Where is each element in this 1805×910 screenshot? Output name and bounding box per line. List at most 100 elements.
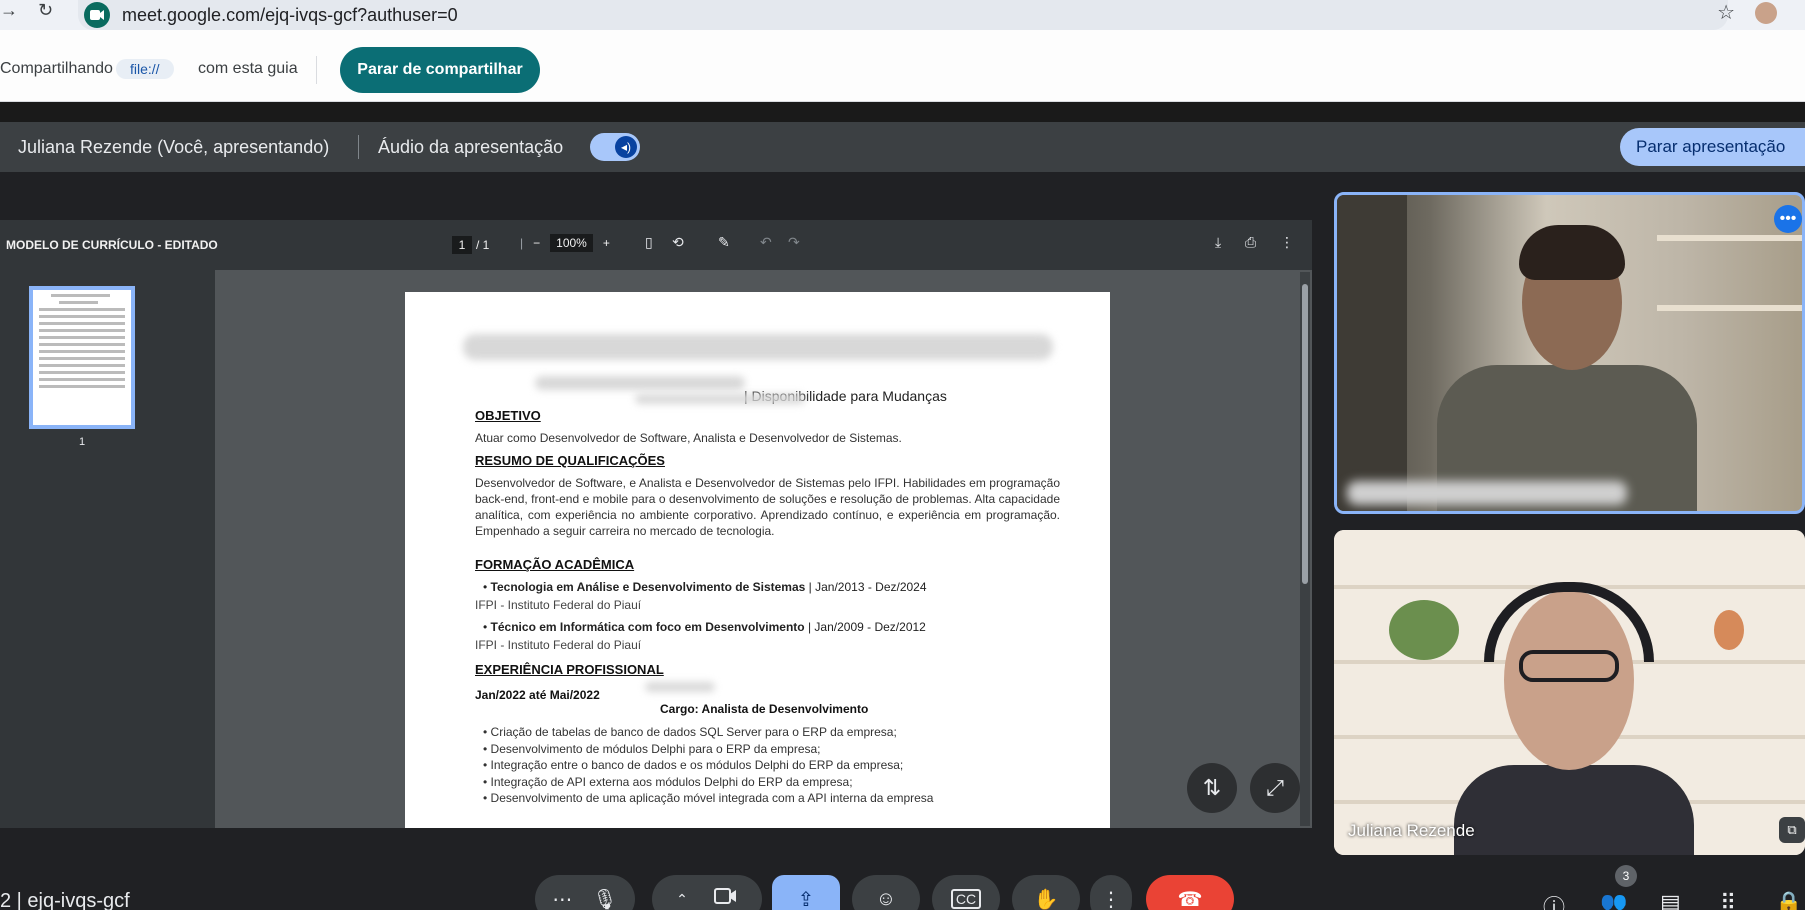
experience-list: Criação de tabelas de banco de dados SQL…: [483, 724, 934, 807]
pin-icon[interactable]: ⧉: [1779, 817, 1805, 843]
presentation-audio-label: Áudio da apresentação: [378, 137, 564, 157]
presenter-name: Juliana Rezende (Você, apresentando): [18, 137, 330, 157]
print-icon[interactable]: ⎙: [1245, 234, 1256, 251]
pdf-document-area: | Disponibilidade para Mudanças OBJETIVO…: [215, 270, 1312, 828]
separator: [0, 102, 1805, 122]
experience-period: Jan/2022 até Mai/2022: [475, 688, 600, 702]
toolbar-separator: |: [520, 236, 524, 250]
background-wall: [1337, 195, 1407, 511]
pdf-page-total: / 1: [476, 238, 490, 252]
annotate-icon[interactable]: ✎: [718, 234, 730, 251]
more-options-icon[interactable]: •••: [1774, 205, 1802, 233]
forward-icon[interactable]: →: [0, 0, 18, 21]
participant-name: Juliana Rezende: [1348, 821, 1475, 840]
share-divider: [316, 56, 317, 84]
profile-avatar[interactable]: [1755, 2, 1777, 24]
section-objetivo-text: Atuar como Desenvolvedor de Software, An…: [475, 431, 902, 445]
meet-favicon-icon: [84, 2, 110, 28]
host-controls-icon[interactable]: 🔒: [1775, 890, 1802, 910]
participant-body: [1454, 765, 1694, 855]
undo-icon[interactable]: ↶: [760, 234, 772, 251]
wall-shelf: [1657, 305, 1802, 311]
pdf-thumbnail-sidebar: 1: [0, 270, 215, 828]
list-item: Desenvolvimento de uma aplicação móvel i…: [483, 790, 934, 807]
camera-control-group[interactable]: ⌃: [652, 875, 762, 910]
chevron-up-icon[interactable]: ⌃: [676, 891, 688, 908]
hang-up-icon: ☎: [1177, 888, 1203, 910]
pdf-scrollbar[interactable]: [1300, 272, 1310, 826]
more-audio-icon[interactable]: ⋯: [552, 887, 572, 910]
pdf-viewer: MODELO DE CURRÍCULO - EDITADO 1 / 1 | − 1…: [0, 220, 1312, 828]
camera-icon[interactable]: [713, 887, 738, 910]
captions-icon: CC: [950, 889, 982, 909]
url-field[interactable]: meet.google.com/ejq-ivqs-gcf?authuser=0: [78, 0, 1728, 30]
rotate-icon[interactable]: ⟲: [672, 234, 684, 251]
pdf-page-indicator: 1 / 1: [452, 236, 489, 254]
section-formacao-heading: FORMAÇÃO ACADÊMICA: [475, 557, 635, 572]
speaker-icon: ◂): [615, 136, 637, 158]
pdf-page-input[interactable]: 1: [452, 236, 472, 254]
redacted-participant-name: [1347, 481, 1627, 505]
more-options-button[interactable]: ⋮: [1090, 875, 1132, 910]
participant-tile-1[interactable]: •••: [1334, 192, 1805, 514]
chat-icon[interactable]: ▤: [1660, 890, 1681, 910]
download-icon[interactable]: ⤓: [1215, 234, 1221, 251]
stop-sharing-button[interactable]: Parar de compartilhar: [340, 47, 540, 93]
presentation-audio-toggle[interactable]: ◂): [590, 133, 640, 161]
hand-icon: ✋: [1033, 888, 1059, 910]
reload-icon[interactable]: ↻: [38, 0, 53, 21]
reactions-button[interactable]: ☺: [852, 875, 920, 910]
activities-icon[interactable]: ⠿: [1720, 890, 1736, 910]
section-resumo-text: Desenvolvedor de Software, e Analista e …: [475, 476, 1060, 538]
fullscreen-button[interactable]: ⤢: [1250, 763, 1300, 813]
experience-role: Cargo: Analista de Desenvolvimento: [660, 702, 869, 716]
url-text: meet.google.com/ejq-ivqs-gcf?authuser=0: [122, 4, 458, 25]
present-screen-icon: ⇪: [797, 888, 815, 910]
participant-tile-2[interactable]: Juliana Rezende ⧉: [1334, 530, 1805, 855]
swap-layout-button[interactable]: ⇅: [1187, 763, 1237, 813]
scrollbar-thumb[interactable]: [1302, 284, 1308, 584]
zoom-level-input[interactable]: 100%: [550, 234, 593, 252]
course-2: • Técnico em Informática com foco em Des…: [483, 620, 926, 634]
bookmark-star-icon[interactable]: ☆: [1717, 0, 1735, 25]
raise-hand-button[interactable]: ✋: [1012, 875, 1080, 910]
end-call-button[interactable]: ☎: [1146, 875, 1234, 910]
course-2-dates: | Jan/2009 - Dez/2012: [804, 620, 926, 634]
fit-page-icon[interactable]: ▯: [645, 234, 653, 251]
course-1-institution: IFPI - Instituto Federal do Piauí: [475, 598, 642, 612]
more-vert-icon[interactable]: ⋮: [1280, 234, 1294, 251]
wall-shelf: [1657, 235, 1802, 241]
course-1: • Tecnologia em Análise e Desenvolviment…: [483, 580, 927, 594]
present-button[interactable]: ⇪: [772, 875, 840, 910]
section-experiencia-heading: EXPERIÊNCIA PROFISSIONAL: [475, 662, 664, 677]
redacted-name: [463, 334, 1053, 360]
vase: [1714, 610, 1744, 650]
zoom-out-icon[interactable]: −: [533, 236, 540, 250]
pdf-toolbar: MODELO DE CURRÍCULO - EDITADO 1 / 1 | − 1…: [0, 220, 1312, 270]
section-objetivo-heading: OBJETIVO: [475, 408, 541, 423]
pdf-page: | Disponibilidade para Mudanças OBJETIVO…: [405, 292, 1110, 828]
pdf-zoom-controls: | − 100% +: [520, 234, 610, 252]
section-resumo-heading: RESUMO DE QUALIFICAÇÕES: [475, 453, 665, 468]
course-2-name: Técnico em Informática com foco em Desen…: [490, 620, 805, 634]
participant-hair: [1519, 225, 1625, 280]
stop-presentation-button[interactable]: Parar apresentação: [1620, 128, 1805, 166]
people-icon[interactable]: 👥: [1600, 890, 1627, 910]
redo-icon[interactable]: ↷: [788, 234, 800, 251]
plant: [1389, 600, 1459, 660]
more-vert-icon: ⋮: [1101, 888, 1121, 910]
zoom-in-icon[interactable]: +: [603, 236, 610, 250]
captions-button[interactable]: CC: [932, 875, 1000, 910]
page-thumbnail[interactable]: [29, 286, 135, 429]
list-item: Integração de API externa aos módulos De…: [483, 774, 933, 791]
meeting-info-icon[interactable]: ⓘ: [1543, 890, 1565, 910]
shared-source-chip: file://: [116, 59, 174, 79]
emoji-icon: ☺: [875, 887, 897, 910]
browser-address-bar: → ↻ meet.google.com/ejq-ivqs-gcf?authuse…: [0, 0, 1805, 30]
list-item: Desenvolvimento de módulos Delphi para o…: [483, 741, 933, 758]
mic-control-group[interactable]: ⋯ 🎙: [535, 875, 635, 910]
sharing-suffix-text: com esta guia: [198, 60, 298, 77]
list-item: Integração entre o banco de dados e os m…: [483, 757, 933, 774]
thumbnail-page-number: 1: [79, 436, 86, 448]
microphone-icon[interactable]: 🎙: [592, 887, 617, 910]
